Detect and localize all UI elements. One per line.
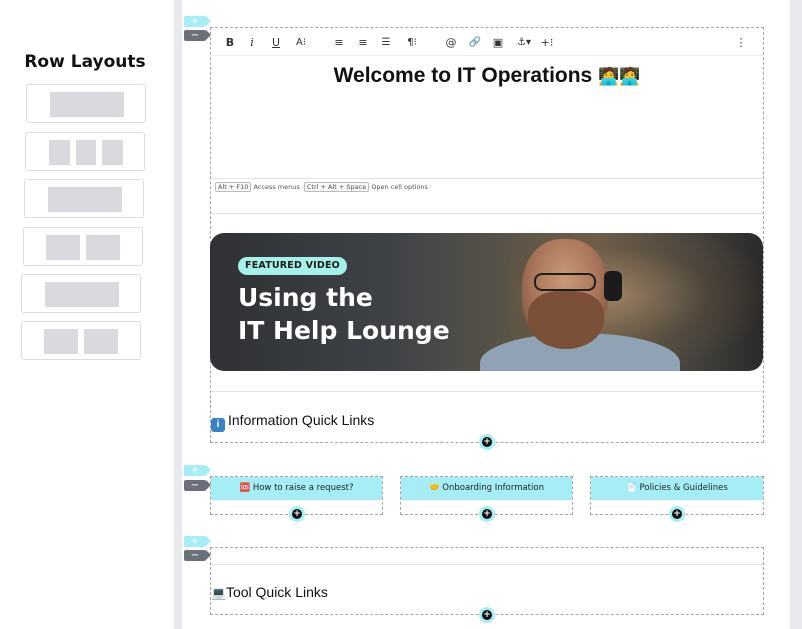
onboarding-information-link[interactable]: 🤝 Onboarding Information xyxy=(401,477,572,500)
remove-row-button[interactable]: − xyxy=(184,550,211,561)
shortcut-key: Alt + F10 xyxy=(215,182,252,192)
technologist-emoji-icon: 🧑‍💻🧑‍💻 xyxy=(598,67,641,86)
remove-row-button[interactable]: − xyxy=(184,30,211,41)
add-cell-button[interactable]: + xyxy=(479,434,495,450)
information-quick-links-heading[interactable]: i Information Quick Links xyxy=(211,412,374,432)
keyboard-hint: Alt + F10 Access menus Ctrl + Alt + Spac… xyxy=(215,182,428,192)
layout-block xyxy=(50,92,124,117)
layout-block xyxy=(49,140,70,165)
tool-quick-links-heading[interactable]: 💻Tool Quick Links xyxy=(211,584,328,600)
row-3-container xyxy=(210,547,764,615)
list-button[interactable]: ☰ xyxy=(379,34,393,52)
more-options-icon[interactable]: ⋮ xyxy=(735,34,747,52)
layout-block xyxy=(76,140,96,165)
divider xyxy=(211,213,763,214)
layout-block xyxy=(84,329,118,354)
layout-block xyxy=(102,140,123,165)
canvas-gutter-right xyxy=(790,0,802,629)
add-cell-button[interactable]: + xyxy=(479,607,495,623)
sos-icon: 🆘 xyxy=(239,483,251,493)
layout-block xyxy=(48,187,122,212)
featured-video-banner[interactable]: FEATURED VIDEO Using the IT Help Lounge xyxy=(210,233,763,371)
mention-button[interactable]: @ xyxy=(444,34,458,52)
laptop-icon: 💻 xyxy=(211,586,226,600)
how-to-raise-request-link[interactable]: 🆘 How to raise a request? xyxy=(211,477,382,500)
page-title[interactable]: Welcome to IT Operations 🧑‍💻🧑‍💻 xyxy=(211,64,763,88)
add-cell-button[interactable]: + xyxy=(669,506,685,522)
layout-option-single-column[interactable] xyxy=(21,274,141,313)
font-size-button[interactable]: A⁝ xyxy=(292,34,310,52)
align-center-button[interactable]: ≡ xyxy=(356,34,370,52)
add-cell-button[interactable]: + xyxy=(289,506,305,522)
paragraph-button[interactable]: ¶⁝ xyxy=(403,34,421,52)
layout-option-single-column[interactable] xyxy=(24,179,144,218)
remove-row-button[interactable]: − xyxy=(184,480,211,491)
headset-icon xyxy=(604,271,622,301)
divider xyxy=(211,391,763,392)
page-title-text: Welcome to IT Operations xyxy=(333,64,593,87)
underline-button[interactable]: U xyxy=(269,34,283,52)
document-icon: 📄 xyxy=(626,483,637,493)
image-icon[interactable]: ▣ xyxy=(491,34,505,52)
handshake-icon: 🤝 xyxy=(429,483,440,493)
link-icon[interactable]: 🔗 xyxy=(467,34,483,52)
featured-video-badge: FEATURED VIDEO xyxy=(238,257,347,275)
add-row-above-button[interactable]: + xyxy=(184,16,211,27)
align-left-button[interactable]: ≡ xyxy=(332,34,346,52)
add-cell-button[interactable]: + xyxy=(479,506,495,522)
layout-option-two-columns[interactable] xyxy=(23,227,143,266)
layout-option-three-columns[interactable] xyxy=(25,132,145,171)
layout-block xyxy=(86,235,120,260)
add-row-above-button[interactable]: + xyxy=(184,536,211,547)
info-icon: i xyxy=(211,418,225,432)
layout-option-single-column[interactable] xyxy=(26,84,146,123)
bold-button[interactable]: B xyxy=(223,34,237,52)
editor-toolbar: B i U A⁝ ≡ ≡ ☰ ¶⁝ @ 🔗 ▣ ⚓▾ +⁝ ⋮ xyxy=(211,30,763,56)
canvas-gutter-left xyxy=(174,0,182,629)
row-layouts-panel: Row Layouts xyxy=(0,0,170,629)
shortcut-key: Ctrl + Alt + Space xyxy=(303,182,370,192)
policies-guidelines-link[interactable]: 📄 Policies & Guidelines xyxy=(591,477,763,500)
layout-block xyxy=(44,329,78,354)
row-layouts-title: Row Layouts xyxy=(24,52,146,72)
italic-button[interactable]: i xyxy=(246,34,258,52)
anchor-icon[interactable]: ⚓▾ xyxy=(513,34,535,52)
insert-button[interactable]: +⁝ xyxy=(539,34,555,52)
divider xyxy=(211,564,763,565)
layout-block xyxy=(45,282,119,307)
add-row-above-button[interactable]: + xyxy=(184,465,211,476)
banner-person-beard xyxy=(528,291,604,349)
banner-person-glasses xyxy=(534,273,596,291)
banner-title: Using the IT Help Lounge xyxy=(238,283,450,345)
layout-block xyxy=(46,235,80,260)
layout-option-two-columns[interactable] xyxy=(21,321,141,360)
divider xyxy=(211,178,763,179)
